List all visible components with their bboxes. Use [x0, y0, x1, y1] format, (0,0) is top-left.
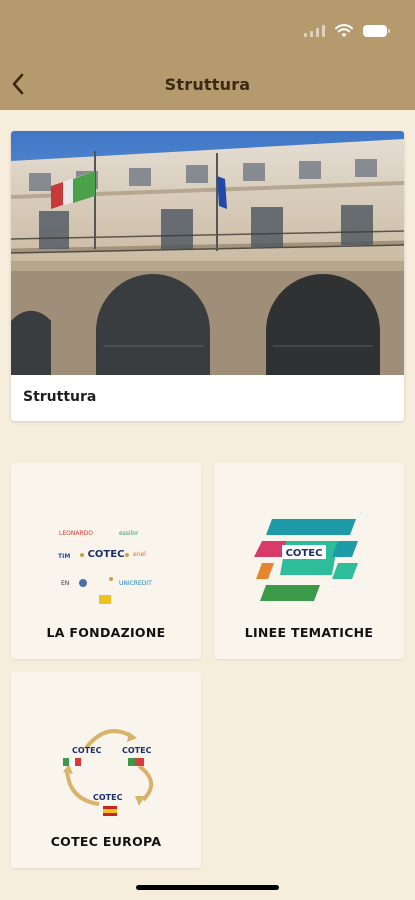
svg-text:COTEC: COTEC: [93, 793, 123, 802]
tile-la-fondazione[interactable]: LEONARDO essilor TIM enel EN UNICREDIT C…: [11, 463, 201, 659]
tile-label: LINEE TEMATICHE: [244, 625, 374, 640]
svg-text:LEONARDO: LEONARDO: [59, 530, 93, 537]
signal-icon: [304, 25, 325, 37]
tile-label: LA FONDAZIONE: [46, 625, 166, 640]
svg-text:COTEC: COTEC: [286, 548, 323, 559]
wifi-icon: [335, 24, 353, 37]
tile-cotec-europa[interactable]: COTEC COTEC COTEC COTEC EUROPA: [11, 672, 201, 868]
page-title: Struttura: [164, 75, 251, 94]
partners-logo-cluster: LEONARDO essilor TIM enel EN UNICREDIT C…: [58, 530, 152, 604]
svg-text:enel: enel: [133, 551, 146, 558]
tile-linee-tematiche[interactable]: COTEC LINEE TEMATICHE: [214, 463, 404, 659]
building-facade-photo: [11, 131, 404, 375]
svg-text:essilor: essilor: [119, 530, 139, 537]
svg-text:TIM: TIM: [58, 553, 70, 560]
battery-icon: [363, 25, 390, 37]
tile-label: COTEC EUROPA: [50, 834, 162, 849]
hero-caption: Struttura: [23, 389, 97, 405]
svg-text:COTEC: COTEC: [88, 549, 125, 560]
svg-text:UNICREDIT: UNICREDIT: [119, 580, 152, 587]
status-bar: [304, 24, 390, 38]
cotec-themes-logo: COTEC: [254, 519, 358, 601]
svg-text:EN: EN: [61, 580, 69, 587]
cotec-europe-logo: COTEC COTEC COTEC: [63, 729, 153, 816]
home-indicator[interactable]: [136, 885, 279, 890]
top-app-bar: Struttura: [0, 0, 415, 110]
svg-text:COTEC: COTEC: [72, 746, 102, 755]
hero-card[interactable]: Struttura: [11, 131, 404, 421]
svg-text:COTEC: COTEC: [122, 746, 152, 755]
